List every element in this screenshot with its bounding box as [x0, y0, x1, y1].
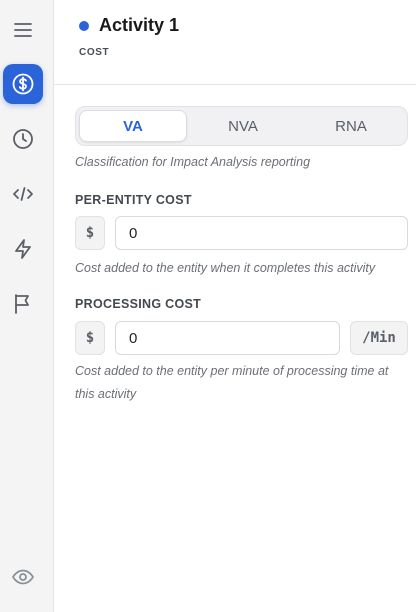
flag-tab-button[interactable]: [3, 284, 43, 324]
classification-toggle: VA NVA RNA: [75, 106, 408, 146]
status-dot: [79, 21, 89, 31]
processing-cost-unit: /Min: [350, 321, 408, 355]
processing-cost-input[interactable]: [115, 321, 340, 355]
eye-icon: [12, 569, 34, 585]
processing-cost-hint: Cost added to the entity per minute of p…: [75, 364, 389, 401]
classification-option-nva[interactable]: NVA: [189, 110, 297, 142]
trigger-tab-button[interactable]: [3, 229, 43, 269]
processing-cost-label: PROCESSING COST: [75, 297, 202, 311]
section-subtitle: COST: [79, 47, 110, 58]
code-icon: [13, 187, 33, 201]
classification-option-rna[interactable]: RNA: [297, 110, 405, 142]
menu-icon: [14, 23, 32, 37]
per-entity-cost-input[interactable]: [115, 216, 408, 250]
menu-button[interactable]: [3, 10, 43, 50]
processing-cost-currency: $: [75, 321, 105, 355]
per-entity-cost-currency: $: [75, 216, 105, 250]
code-tab-button[interactable]: [3, 174, 43, 214]
dollar-icon: [12, 73, 34, 95]
flag-icon: [15, 294, 29, 314]
clock-icon: [13, 129, 33, 149]
icon-rail: [0, 0, 54, 612]
panel-header: Activity 1 COST: [54, 0, 416, 85]
cost-tab-button[interactable]: [3, 64, 43, 104]
time-tab-button[interactable]: [3, 119, 43, 159]
page-title: Activity 1: [99, 15, 180, 35]
per-entity-cost-hint: Cost added to the entity when it complet…: [75, 261, 376, 275]
classification-option-va[interactable]: VA: [79, 110, 187, 142]
per-entity-cost-label: PER-ENTITY COST: [75, 193, 192, 207]
visibility-button[interactable]: [3, 557, 43, 597]
lightning-icon: [15, 239, 31, 259]
classification-hint: Classification for Impact Analysis repor…: [75, 155, 311, 169]
